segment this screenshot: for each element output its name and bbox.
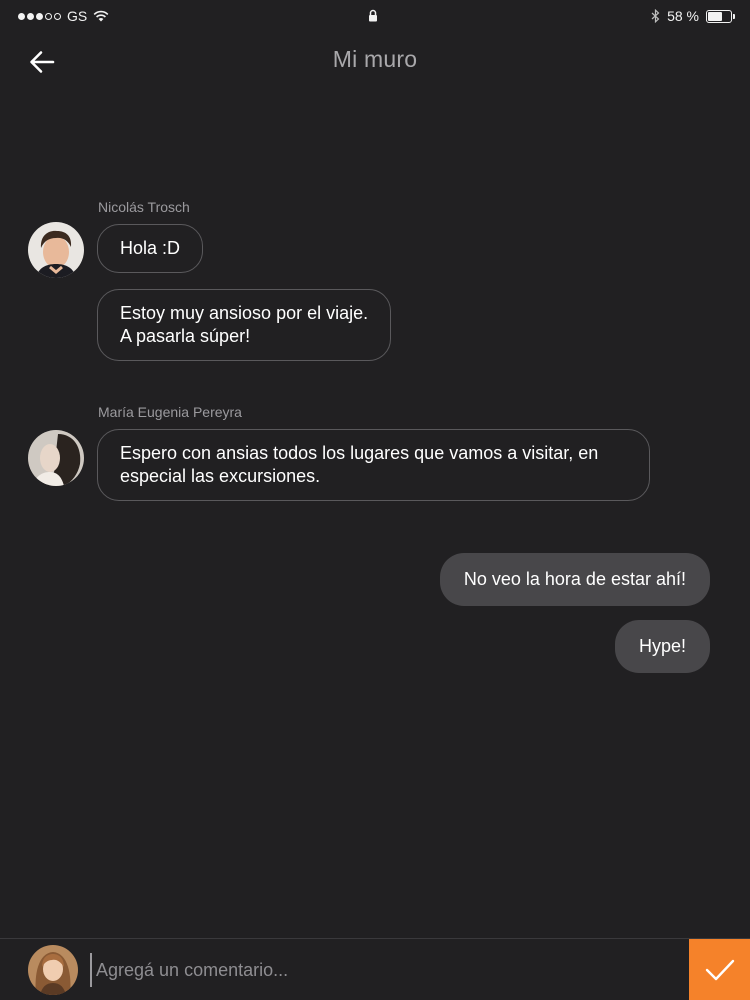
page-title: Mi muro bbox=[332, 46, 418, 72]
outgoing-message-bubble: No veo la hora de estar ahí! bbox=[439, 553, 710, 606]
carrier-name: GS bbox=[67, 8, 88, 24]
battery-level bbox=[708, 11, 722, 21]
comment-composer bbox=[0, 938, 750, 1000]
sender-name: María Eugenia Pereyra bbox=[98, 404, 242, 420]
avatar[interactable] bbox=[28, 430, 84, 486]
current-user-avatar bbox=[28, 945, 78, 995]
status-right: 58 % bbox=[651, 8, 735, 24]
battery-icon bbox=[706, 9, 735, 23]
sender-name: Nicolás Trosch bbox=[98, 199, 190, 215]
status-left: GS bbox=[18, 8, 109, 24]
checkmark-icon bbox=[705, 959, 734, 981]
send-button[interactable] bbox=[689, 939, 750, 1000]
message-bubble: Espero con ansias todos los lugares que … bbox=[97, 429, 650, 501]
status-bar: GS 58 % bbox=[0, 0, 750, 32]
comment-input[interactable] bbox=[90, 953, 670, 987]
nav-bar: Mi muro bbox=[0, 32, 750, 92]
battery-percent: 58 % bbox=[667, 8, 699, 24]
avatar[interactable] bbox=[28, 222, 84, 278]
message-bubble: Estoy muy ansioso por el viaje. A pasarl… bbox=[97, 289, 392, 361]
signal-strength-icon bbox=[18, 12, 61, 20]
outgoing-message-bubble: Hype! bbox=[614, 620, 710, 673]
wall-screen: GS 58 % Mi muro Nicolás Trosch Hola:D E… bbox=[0, 0, 750, 1000]
wifi-icon bbox=[93, 10, 109, 22]
message-bubble: Hola :D bbox=[97, 224, 204, 273]
lock-icon bbox=[368, 9, 378, 25]
bluetooth-icon bbox=[651, 9, 660, 23]
